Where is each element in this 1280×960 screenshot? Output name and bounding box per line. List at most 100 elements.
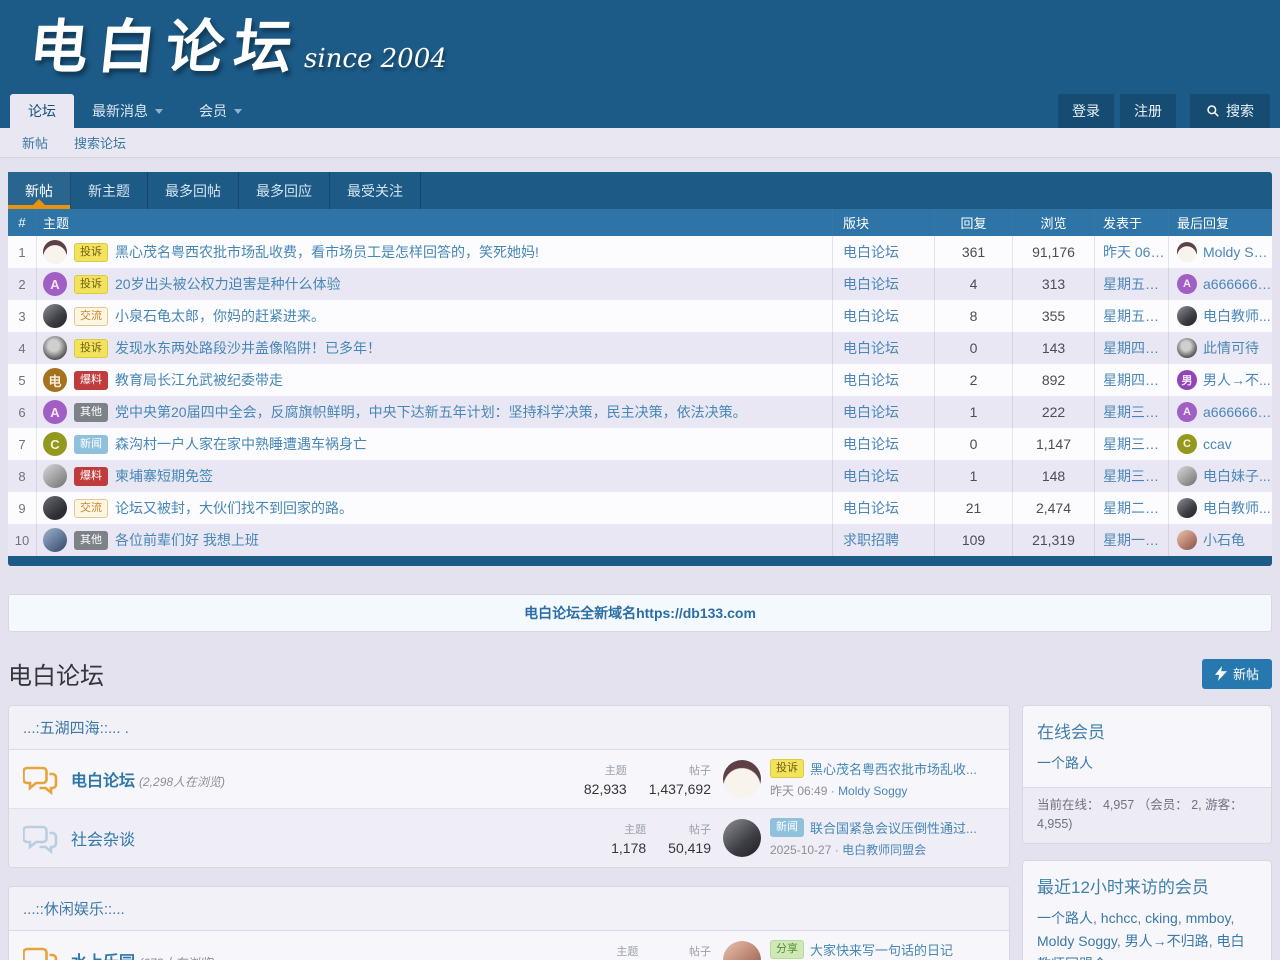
- avatar[interactable]: 电: [43, 368, 67, 392]
- topic-title[interactable]: 20岁出头被公权力迫害是种什么体验: [115, 274, 341, 294]
- last-reply-user[interactable]: 此情可待: [1203, 338, 1259, 358]
- forum-title[interactable]: 社会杂谈: [71, 832, 135, 849]
- avatar[interactable]: A: [43, 400, 67, 424]
- post-date-link[interactable]: 星期二，...: [1103, 498, 1168, 518]
- widget-tab-new-posts[interactable]: 新帖: [8, 172, 71, 209]
- avatar[interactable]: [43, 496, 67, 520]
- topic-title[interactable]: 柬埔寨短期免签: [115, 466, 213, 486]
- prefix-badge[interactable]: 投诉: [770, 759, 804, 778]
- avatar[interactable]: [723, 760, 761, 798]
- latest-post-title[interactable]: 大家快来写一句话的日记: [810, 940, 953, 959]
- post-date-link[interactable]: 星期三，...: [1103, 402, 1168, 422]
- last-reply-user[interactable]: 电白教师...: [1203, 306, 1271, 326]
- prefix-badge[interactable]: 交流: [74, 307, 108, 326]
- forum-link[interactable]: 电白论坛: [843, 242, 899, 262]
- avatar[interactable]: C: [43, 432, 67, 456]
- site-logo[interactable]: 电白论坛 since 2004: [30, 6, 447, 88]
- subnav-new-posts[interactable]: 新帖: [22, 133, 48, 152]
- last-reply-user[interactable]: 电白妹子...: [1203, 466, 1271, 486]
- avatar[interactable]: [1177, 242, 1197, 262]
- forum-link[interactable]: 电白论坛: [843, 402, 899, 422]
- topic-title[interactable]: 发现水东两处路段沙井盖像陷阱！已多年！: [115, 338, 381, 358]
- avatar[interactable]: [1177, 466, 1197, 486]
- latest-post-user[interactable]: Moldy Soggy: [838, 784, 907, 798]
- last-reply-user[interactable]: 电白教师...: [1203, 498, 1271, 518]
- avatar[interactable]: [723, 941, 761, 960]
- post-date-link[interactable]: 星期三，...: [1103, 434, 1168, 454]
- last-reply-user[interactable]: Moldy So...: [1203, 244, 1272, 260]
- latest-post-user[interactable]: 电白教师同盟会: [842, 843, 926, 857]
- avatar[interactable]: C: [1177, 434, 1197, 454]
- visitor-link[interactable]: Moldy Soggy: [1037, 933, 1117, 949]
- nav-tab-whats-new[interactable]: 最新消息: [74, 94, 181, 128]
- notice-banner[interactable]: 电白论坛全新域名https://db133.com: [8, 594, 1272, 632]
- subnav-search-forum[interactable]: 搜索论坛: [74, 133, 126, 152]
- last-reply-user[interactable]: 男人→不...: [1203, 370, 1271, 390]
- prefix-badge[interactable]: 投诉: [74, 243, 108, 262]
- visitor-link[interactable]: 一个路人: [1037, 910, 1093, 926]
- prefix-badge[interactable]: 爆料: [74, 371, 108, 390]
- latest-post-title[interactable]: 联合国紧急会议压倒性通过...: [810, 818, 977, 837]
- avatar[interactable]: [1177, 306, 1197, 326]
- prefix-badge[interactable]: 分享: [770, 940, 804, 959]
- last-reply-user[interactable]: a66666699: [1203, 276, 1272, 292]
- topic-title[interactable]: 黑心茂名粤西农批市场乱收费，看市场员工是怎样回答的，笑死她妈!: [115, 242, 539, 262]
- visitor-link[interactable]: hchcc: [1101, 910, 1138, 926]
- forum-link[interactable]: 电白论坛: [843, 306, 899, 326]
- forum-title[interactable]: 电白论坛: [71, 773, 135, 790]
- avatar[interactable]: [43, 528, 67, 552]
- visitor-link[interactable]: mmboy: [1186, 910, 1231, 926]
- forum-link[interactable]: 电白论坛: [843, 466, 899, 486]
- forum-link[interactable]: 求职招聘: [843, 530, 899, 550]
- last-reply-user[interactable]: a66666699: [1203, 404, 1272, 420]
- post-date-link[interactable]: 昨天 06:49: [1103, 242, 1168, 262]
- login-button[interactable]: 登录: [1058, 94, 1114, 128]
- widget-tab-most-reactions[interactable]: 最多回应: [239, 172, 330, 209]
- widget-tab-new-threads[interactable]: 新主题: [71, 172, 148, 209]
- topic-title[interactable]: 党中央第20届四中全会，反腐旗帜鲜明，中央下达新五年计划：坚持科学决策，民主决策…: [115, 402, 747, 422]
- latest-post-title[interactable]: 黑心茂名粤西农批市场乱收...: [810, 759, 977, 778]
- topic-title[interactable]: 小泉石龟太郎，你妈的赶紧进来。: [115, 306, 325, 326]
- prefix-badge[interactable]: 投诉: [74, 275, 108, 294]
- visitor-link[interactable]: 男人→不归路: [1125, 933, 1209, 949]
- forum-link[interactable]: 电白论坛: [843, 370, 899, 390]
- forum-title[interactable]: 水上乐园: [71, 954, 135, 960]
- nav-tab-forums[interactable]: 论坛: [10, 94, 74, 128]
- avatar[interactable]: A: [1177, 274, 1197, 294]
- widget-tab-most-watched[interactable]: 最受关注: [330, 172, 421, 209]
- forum-link[interactable]: 电白论坛: [843, 274, 899, 294]
- widget-tab-most-replies[interactable]: 最多回帖: [148, 172, 239, 209]
- online-member-link[interactable]: 一个路人: [1037, 755, 1093, 771]
- new-thread-button[interactable]: 新帖: [1202, 659, 1272, 689]
- post-date-link[interactable]: 星期一，...: [1103, 530, 1168, 550]
- topic-title[interactable]: 论坛又被封，大伙们找不到回家的路。: [115, 498, 353, 518]
- topic-title[interactable]: 各位前辈们好 我想上班: [115, 530, 259, 550]
- search-button[interactable]: 搜索: [1190, 94, 1270, 128]
- topic-title[interactable]: 教育局长江允武被纪委带走: [115, 370, 283, 390]
- forum-link[interactable]: 电白论坛: [843, 338, 899, 358]
- register-button[interactable]: 注册: [1120, 94, 1176, 128]
- avatar[interactable]: A: [1177, 402, 1197, 422]
- forum-link[interactable]: 电白论坛: [843, 434, 899, 454]
- post-date-link[interactable]: 星期四，...: [1103, 338, 1168, 358]
- prefix-badge[interactable]: 投诉: [74, 339, 108, 358]
- visitor-link[interactable]: cking: [1145, 910, 1178, 926]
- avatar[interactable]: [1177, 498, 1197, 518]
- avatar[interactable]: [43, 464, 67, 488]
- post-date-link[interactable]: 星期五，...: [1103, 274, 1168, 294]
- prefix-badge[interactable]: 爆料: [74, 467, 108, 486]
- avatar[interactable]: [43, 240, 67, 264]
- prefix-badge[interactable]: 其他: [74, 531, 108, 550]
- prefix-badge[interactable]: 交流: [74, 499, 108, 518]
- prefix-badge[interactable]: 新闻: [770, 818, 804, 837]
- avatar[interactable]: 男: [1177, 370, 1197, 390]
- avatar[interactable]: [43, 304, 67, 328]
- avatar[interactable]: [723, 819, 761, 857]
- last-reply-user[interactable]: 小石龟: [1203, 530, 1245, 550]
- last-reply-user[interactable]: ccav: [1203, 436, 1232, 452]
- forum-link[interactable]: 电白论坛: [843, 498, 899, 518]
- topic-title[interactable]: 森沟村一户人家在家中熟睡遭遇车祸身亡: [115, 434, 367, 454]
- avatar[interactable]: [43, 336, 67, 360]
- prefix-badge[interactable]: 新闻: [74, 435, 108, 454]
- avatar[interactable]: [1177, 338, 1197, 358]
